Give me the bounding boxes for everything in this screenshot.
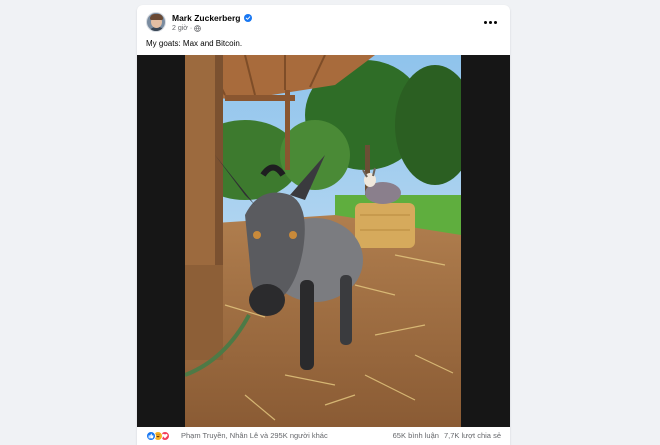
verified-badge-icon xyxy=(243,14,252,22)
author-avatar[interactable] xyxy=(146,12,166,32)
goat-photo-illustration xyxy=(185,55,461,427)
like-icon xyxy=(146,431,156,441)
share-count[interactable]: 7,7K lượt chia sẻ xyxy=(444,431,501,440)
reactors-summary[interactable]: Phạm Truyền, Nhân Lê và 295K người khác xyxy=(181,431,328,440)
author-name[interactable]: Mark Zuckerberg xyxy=(172,13,241,23)
post-stats: 65K bình luận 7,7K lượt chia sẻ xyxy=(393,431,501,440)
meta-separator: · xyxy=(189,24,193,32)
post-footer: Phạm Truyền, Nhân Lê và 295K người khác … xyxy=(137,427,510,445)
post-header: Mark Zuckerberg 2 giờ · xyxy=(137,5,510,39)
post-meta: 2 giờ · xyxy=(172,23,202,33)
reaction-icons[interactable] xyxy=(146,431,170,441)
post-timestamp[interactable]: 2 giờ xyxy=(172,25,188,32)
post-photo[interactable] xyxy=(137,55,510,427)
comment-count[interactable]: 65K bình luận xyxy=(393,431,439,440)
post-card: Mark Zuckerberg 2 giờ · My goats: Max an… xyxy=(137,5,510,445)
post-caption: My goats: Max and Bitcoin. xyxy=(146,39,243,48)
globe-icon xyxy=(194,19,202,37)
more-options-icon[interactable] xyxy=(482,14,498,30)
